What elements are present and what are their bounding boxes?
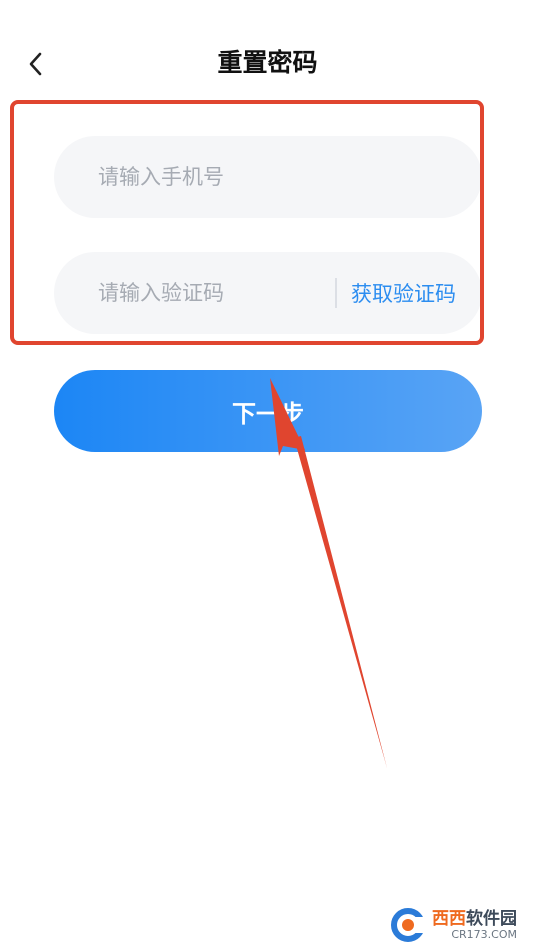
code-field-container: 获取验证码 xyxy=(54,252,482,334)
phone-field-container xyxy=(54,136,482,218)
watermark-logo-icon xyxy=(390,907,430,943)
watermark-name-part1: 西西 xyxy=(432,909,466,929)
annotation-arrow-shaft xyxy=(294,436,387,768)
code-divider xyxy=(335,278,337,308)
get-code-button[interactable]: 获取验证码 xyxy=(351,278,482,308)
phone-input[interactable] xyxy=(54,136,482,218)
page-title: 重置密码 xyxy=(217,48,318,77)
watermark-name-part2: 软件园 xyxy=(466,909,517,929)
watermark: 西西软件园 CR173.COM xyxy=(390,905,517,945)
reset-password-screen: 重置密码 获取验证码 下一步 西西软件园 CR173.COM xyxy=(0,0,535,951)
watermark-site: CR173.COM xyxy=(451,928,517,941)
verification-code-input[interactable] xyxy=(54,252,335,334)
next-step-button[interactable]: 下一步 xyxy=(54,370,482,452)
